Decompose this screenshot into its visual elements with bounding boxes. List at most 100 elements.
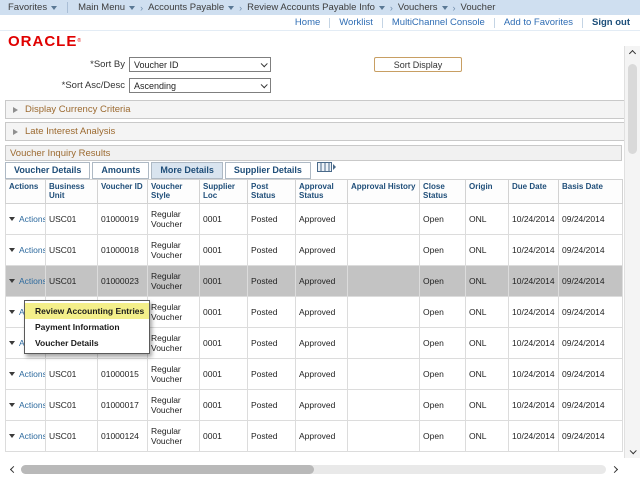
actions-link[interactable]: Actions — [19, 400, 46, 410]
actions-dropdown-icon[interactable] — [9, 434, 15, 438]
cell-due_date: 10/24/2014 — [509, 390, 559, 421]
section-display-currency-criteria[interactable]: Display Currency Criteria — [5, 100, 629, 119]
actions-dropdown-icon[interactable] — [9, 403, 15, 407]
toolbar-link-multichannel-console[interactable]: MultiChannel Console — [392, 17, 485, 28]
toolbar-link-add-to-favorites[interactable]: Add to Favorites — [504, 17, 573, 28]
column-header-due_date[interactable]: Due Date — [509, 180, 559, 204]
scroll-right-arrow-icon[interactable] — [606, 467, 622, 472]
context-menu-item-review-accounting-entries[interactable]: Review Accounting Entries — [25, 303, 149, 319]
actions-dropdown-icon[interactable] — [9, 279, 15, 283]
cell-voucher_style: Regular Voucher — [148, 235, 200, 266]
cell-due_date: 10/24/2014 — [509, 359, 559, 390]
cell-approval_status: Approved — [296, 359, 348, 390]
tab-voucher-details[interactable]: Voucher Details — [5, 162, 90, 179]
expand-arrow-icon — [13, 107, 18, 113]
column-header-actions[interactable]: Actions — [6, 180, 46, 204]
cell-approval_status: Approved — [296, 421, 348, 452]
cell-voucher_style: Regular Voucher — [148, 297, 200, 328]
cell-approval_status: Approved — [296, 204, 348, 235]
breadcrumb-item-review-accounts-payable-info[interactable]: Review Accounts Payable Info — [247, 2, 385, 13]
header-toolbar: Home Worklist MultiChannel Console Add to F… — [0, 15, 640, 31]
actions-link[interactable]: Actions — [19, 369, 46, 379]
vertical-scroll-track[interactable] — [628, 60, 637, 444]
breadcrumb-item-favorites[interactable]: Favorites — [8, 2, 57, 13]
tab-more-details[interactable]: More Details — [151, 162, 223, 179]
sort-display-button[interactable]: Sort Display — [374, 57, 462, 72]
section-label: Late Interest Analysis — [25, 126, 115, 137]
column-header-approval_history[interactable]: Approval History — [348, 180, 420, 204]
cell-origin: ONL — [466, 390, 509, 421]
column-header-close_status[interactable]: Close Status — [420, 180, 466, 204]
column-header-voucher_id[interactable]: Voucher ID — [98, 180, 148, 204]
actions-dropdown-icon[interactable] — [9, 217, 15, 221]
cell-approval_history — [348, 235, 420, 266]
breadcrumb-item-vouchers[interactable]: Vouchers — [398, 2, 448, 13]
cell-approval_status: Approved — [296, 328, 348, 359]
column-header-voucher_style[interactable]: Voucher Style — [148, 180, 200, 204]
toolbar-link-home[interactable]: Home — [295, 17, 320, 28]
column-header-origin[interactable]: Origin — [466, 180, 509, 204]
tab-supplier-details[interactable]: Supplier Details — [225, 162, 311, 179]
voucher-inquiry-results: Voucher Inquiry Results Voucher DetailsA… — [5, 145, 622, 452]
scroll-left-arrow-icon[interactable] — [5, 467, 21, 472]
actions-cell: Actions — [9, 214, 42, 224]
expand-arrow-icon — [13, 129, 18, 135]
context-menu-item-payment-information[interactable]: Payment Information — [25, 319, 149, 335]
column-header-supplier_loc[interactable]: Supplier Loc — [200, 180, 248, 204]
sort-asc-desc-select[interactable]: Ascending — [129, 78, 271, 93]
table-row: ActionsUSC0101000015Regular Voucher0001P… — [6, 359, 623, 390]
results-title: Voucher Inquiry Results — [10, 148, 110, 159]
cell-voucher_id: 01000023 — [98, 266, 148, 297]
horizontal-scroll-track[interactable] — [21, 465, 606, 474]
section-late-interest-analysis[interactable]: Late Interest Analysis — [5, 122, 629, 141]
actions-dropdown-icon[interactable] — [9, 248, 15, 252]
column-header-business_unit[interactable]: Business Unit — [46, 180, 98, 204]
tab-amounts[interactable]: Amounts — [92, 162, 149, 179]
horizontal-scrollbar[interactable] — [5, 462, 622, 477]
cell-origin: ONL — [466, 266, 509, 297]
cell-approval_status: Approved — [296, 235, 348, 266]
sort-asc-desc-label: *Sort Asc/Desc — [0, 80, 125, 91]
column-header-basis_date[interactable]: Basis Date — [559, 180, 623, 204]
toolbar-link-sign-out[interactable]: Sign out — [592, 17, 630, 28]
actions-link[interactable]: Actions — [19, 276, 46, 286]
cell-due_date: 10/24/2014 — [509, 235, 559, 266]
actions-dropdown-icon[interactable] — [9, 341, 15, 345]
cell-origin: ONL — [466, 359, 509, 390]
vertical-scrollbar[interactable] — [624, 46, 640, 458]
toolbar-link-worklist[interactable]: Worklist — [339, 17, 373, 28]
cell-basis_date: 09/24/2014 — [559, 266, 623, 297]
show-all-columns-icon[interactable] — [317, 159, 337, 177]
table-row: ActionsUSC0101000017Regular Voucher0001P… — [6, 390, 623, 421]
cell-voucher_style: Regular Voucher — [148, 421, 200, 452]
cell-supplier_loc: 0001 — [200, 266, 248, 297]
cell-voucher_style: Regular Voucher — [148, 328, 200, 359]
vertical-scroll-thumb[interactable] — [628, 64, 637, 154]
cell-post_status: Posted — [248, 328, 296, 359]
actions-dropdown-icon[interactable] — [9, 310, 15, 314]
breadcrumb-item-accounts-payable[interactable]: Accounts Payable — [148, 2, 234, 13]
sort-by-select[interactable]: Voucher ID — [129, 57, 271, 72]
breadcrumb-item-main-menu[interactable]: Main Menu — [78, 2, 135, 13]
results-title-band: Voucher Inquiry Results — [5, 145, 622, 161]
column-header-post_status[interactable]: Post Status — [248, 180, 296, 204]
actions-link[interactable]: Actions — [19, 431, 46, 441]
actions-dropdown-icon[interactable] — [9, 372, 15, 376]
logo-row: ORACLE® — [8, 30, 81, 52]
dropdown-arrow-icon — [129, 6, 135, 10]
column-header-approval_status[interactable]: Approval Status — [296, 180, 348, 204]
horizontal-scroll-thumb[interactable] — [21, 465, 314, 474]
context-menu-item-voucher-details[interactable]: Voucher Details — [25, 335, 149, 351]
table-row: ActionsUSC0101000124Regular Voucher0001P… — [6, 421, 623, 452]
actions-link[interactable]: Actions — [19, 214, 46, 224]
breadcrumb-label: Review Accounts Payable Info — [247, 2, 375, 13]
cell-approval_status: Approved — [296, 390, 348, 421]
actions-cell: Actions — [9, 431, 42, 441]
scroll-down-arrow-icon[interactable] — [630, 444, 635, 458]
cell-basis_date: 09/24/2014 — [559, 235, 623, 266]
actions-link[interactable]: Actions — [19, 245, 46, 255]
breadcrumb-item-voucher[interactable]: Voucher — [461, 2, 496, 13]
scroll-up-arrow-icon[interactable] — [630, 46, 635, 60]
cell-basis_date: 09/24/2014 — [559, 297, 623, 328]
dropdown-arrow-icon — [442, 6, 448, 10]
